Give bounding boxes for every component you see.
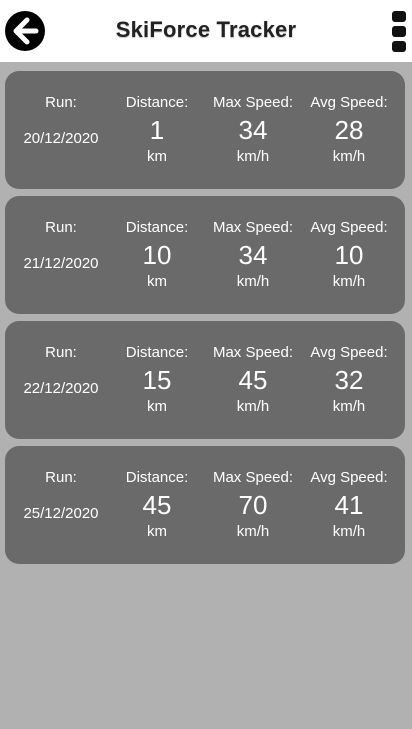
distance-label: Distance: [125,344,189,361]
avg-speed-column: Avg Speed: 28 km/h [303,71,395,189]
app-header: SkiForce Tracker [0,0,412,62]
run-date: 22/12/2020 [23,380,99,397]
max-speed-label: Max Speed: [212,344,294,361]
max-speed-column: Max Speed: 34 km/h [205,71,301,189]
run-date: 20/12/2020 [23,130,99,147]
avg-speed-value: 28 [334,115,364,145]
max-speed-value: 45 [238,365,268,395]
run-label: Run: [45,219,77,236]
run-label: Run: [45,94,77,111]
max-speed-unit: km/h [236,273,270,290]
max-speed-value: 34 [238,240,268,270]
avg-speed-unit: km/h [332,273,366,290]
distance-column: Distance: 45 km [113,446,201,564]
max-speed-label: Max Speed: [212,94,294,111]
run-label: Run: [45,469,77,486]
avg-speed-column: Avg Speed: 41 km/h [303,446,395,564]
run-card[interactable]: Run: 25/12/2020 Distance: 45 km Max Spee… [5,446,405,564]
distance-value: 10 [142,240,172,270]
distance-label: Distance: [125,94,189,111]
distance-column: Distance: 15 km [113,321,201,439]
max-speed-column: Max Speed: 45 km/h [205,321,301,439]
distance-unit: km [147,273,167,290]
avg-speed-unit: km/h [332,148,366,165]
max-speed-value: 70 [238,490,268,520]
max-speed-unit: km/h [236,523,270,540]
distance-unit: km [147,398,167,415]
distance-label: Distance: [125,219,189,236]
run-card[interactable]: Run: 22/12/2020 Distance: 15 km Max Spee… [5,321,405,439]
max-speed-column: Max Speed: 34 km/h [205,196,301,314]
runs-list: Run: 20/12/2020 Distance: 1 km Max Speed… [0,62,412,729]
distance-unit: km [147,523,167,540]
vertical-menu-icon[interactable] [392,11,406,53]
avg-speed-unit: km/h [332,523,366,540]
distance-label: Distance: [125,469,189,486]
run-card[interactable]: Run: 20/12/2020 Distance: 1 km Max Speed… [5,71,405,189]
max-speed-column: Max Speed: 70 km/h [205,446,301,564]
avg-speed-label: Avg Speed: [310,344,388,361]
avg-speed-label: Avg Speed: [310,94,388,111]
avg-speed-value: 10 [334,240,364,270]
run-column: Run: 22/12/2020 [5,321,117,439]
max-speed-label: Max Speed: [212,469,294,486]
run-column: Run: 25/12/2020 [5,446,117,564]
run-label: Run: [45,344,77,361]
avg-speed-unit: km/h [332,398,366,415]
avg-speed-value: 41 [334,490,364,520]
avg-speed-label: Avg Speed: [310,219,388,236]
avg-speed-column: Avg Speed: 32 km/h [303,321,395,439]
app-title: SkiForce Tracker [115,17,297,42]
distance-value: 45 [142,490,172,520]
run-column: Run: 21/12/2020 [5,196,117,314]
distance-unit: km [147,148,167,165]
max-speed-label: Max Speed: [212,219,294,236]
run-column: Run: 20/12/2020 [5,71,117,189]
distance-column: Distance: 1 km [113,71,201,189]
max-speed-unit: km/h [236,398,270,415]
max-speed-unit: km/h [236,148,270,165]
distance-value: 15 [142,365,172,395]
avg-speed-column: Avg Speed: 10 km/h [303,196,395,314]
avg-speed-value: 32 [334,365,364,395]
run-date: 25/12/2020 [23,505,99,522]
max-speed-value: 34 [238,115,268,145]
distance-value: 1 [149,115,165,145]
run-date: 21/12/2020 [23,255,99,272]
run-card[interactable]: Run: 21/12/2020 Distance: 10 km Max Spee… [5,196,405,314]
avg-speed-label: Avg Speed: [310,469,388,486]
distance-column: Distance: 10 km [113,196,201,314]
